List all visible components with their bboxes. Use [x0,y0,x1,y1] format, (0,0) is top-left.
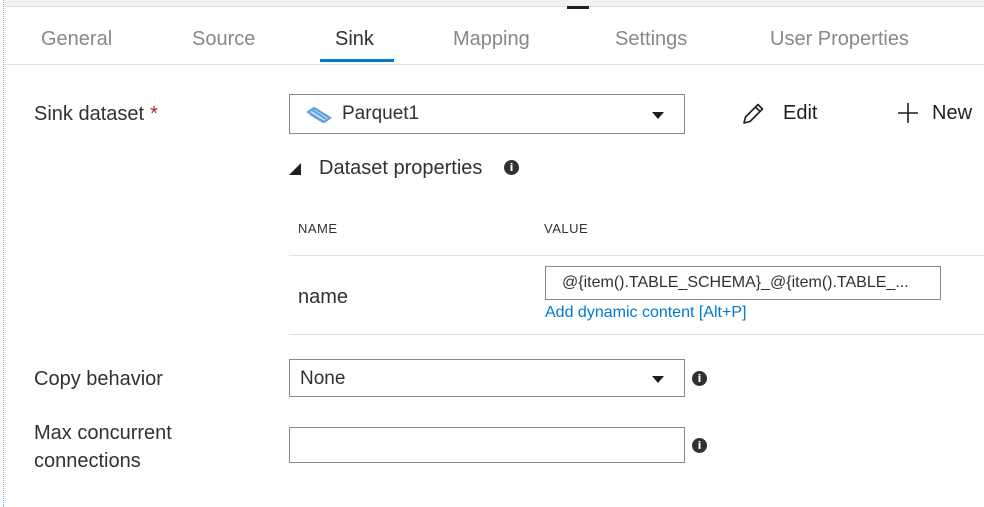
tab-settings[interactable]: Settings [615,28,687,51]
copy-behavior-info-icon[interactable]: i [692,371,707,386]
tab-source[interactable]: Source [192,28,255,51]
max-concurrent-label-line2: connections [34,450,141,472]
active-tab-indicator [320,59,394,62]
parquet-dataset-icon [306,106,332,129]
sink-dataset-label-text: Sink dataset [34,103,145,125]
tab-bar: General Source Sink Mapping Settings Use… [4,14,984,65]
panel-resize-strip[interactable] [4,0,984,7]
sink-dataset-value: Parquet1 [342,103,420,124]
tab-mapping[interactable]: Mapping [453,28,530,51]
column-header-name: NAME [298,221,338,236]
sink-dataset-select[interactable]: Parquet1 [289,94,685,134]
copy-behavior-value: None [300,368,346,389]
max-concurrent-label-line1: Max concurrent [34,422,172,444]
edit-label: Edit [783,102,818,124]
add-dynamic-content-link[interactable]: Add dynamic content [Alt+P] [545,304,746,322]
sink-dataset-label: Sink dataset * [34,100,158,128]
dataset-properties-info-icon[interactable]: i [504,160,519,175]
edit-dataset-button[interactable]: Edit [740,98,830,130]
new-label: New [932,102,973,124]
max-concurrent-input[interactable] [289,427,685,463]
pencil-icon [740,101,766,132]
dataset-properties-title: Dataset properties [319,157,483,179]
chevron-down-icon [652,112,664,119]
panel-left-border [3,0,4,507]
required-marker: * [150,103,158,125]
column-header-value: VALUE [544,221,589,236]
tab-user-properties[interactable]: User Properties [770,28,909,51]
property-value-text: @{item().TABLE_SCHEMA}_@{item().TABLE_..… [562,274,909,291]
property-name-cell: name [298,286,349,308]
tab-general[interactable]: General [41,28,112,51]
new-dataset-button[interactable]: New [896,98,984,130]
drag-handle[interactable] [567,6,589,9]
copy-behavior-select[interactable]: None [289,359,685,397]
max-concurrent-info-icon[interactable]: i [692,438,707,453]
collapse-triangle-icon [289,162,301,180]
copy-behavior-label: Copy behavior [34,368,163,390]
plus-icon [896,101,920,130]
property-value-input[interactable]: @{item().TABLE_SCHEMA}_@{item().TABLE_..… [545,266,941,300]
chevron-down-icon [652,376,664,383]
max-concurrent-label: Max concurrent connections [34,419,172,475]
tab-sink[interactable]: Sink [335,28,374,51]
table-divider [289,334,984,335]
table-divider [289,255,984,256]
